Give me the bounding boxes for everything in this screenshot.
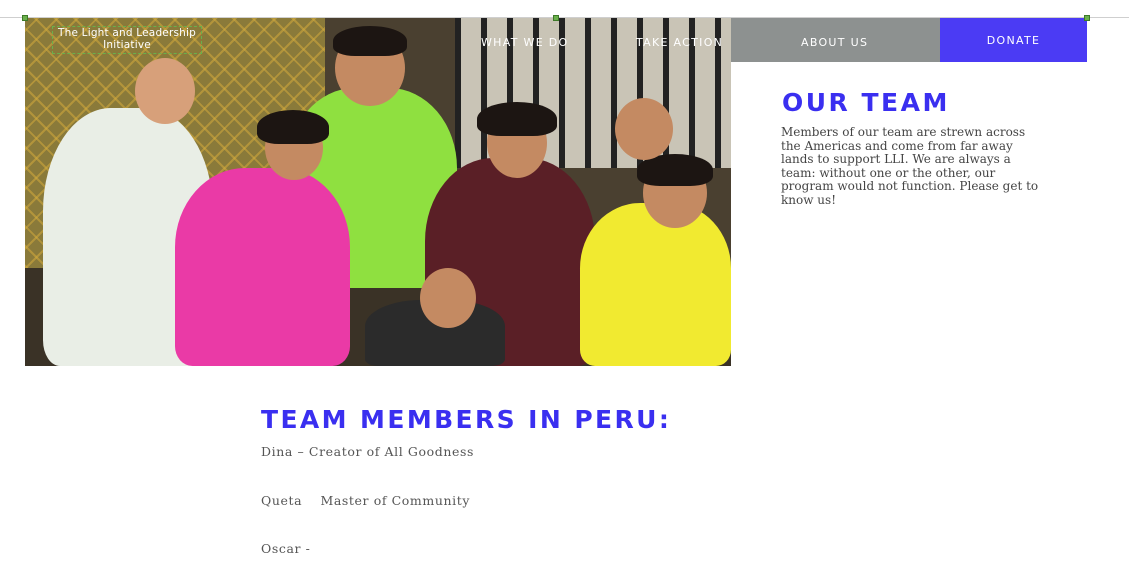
selection-handle[interactable] [1084,15,1090,21]
person-hair [477,102,557,136]
nav-what-we-do[interactable]: WHAT WE DO [481,36,569,49]
selection-handle[interactable] [553,15,559,21]
person-head [615,98,673,160]
member-item: Dina – Creator of All Goodness [261,444,475,459]
nav-about-us[interactable]: ABOUT US [801,36,868,49]
donate-button[interactable]: DONATE [940,18,1087,62]
person-hair [257,110,329,144]
person [175,168,350,366]
member-item: Oscar - [261,541,311,556]
team-photo [25,18,731,366]
person-head [420,268,476,328]
selection-handle[interactable] [22,15,28,21]
person-hair [333,26,407,56]
person [580,203,731,366]
our-team-heading: OUR TEAM [782,88,950,117]
site-logo[interactable]: The Light and Leadership Initiative [52,26,202,54]
team-members-heading: TEAM MEMBERS IN PERU: [261,405,672,434]
our-team-description: Members of our team are strewn across th… [781,125,1039,207]
member-item: Queta Master of Community [261,493,471,508]
person-head [135,58,195,124]
nav-take-action[interactable]: TAKE ACTION [636,36,723,49]
